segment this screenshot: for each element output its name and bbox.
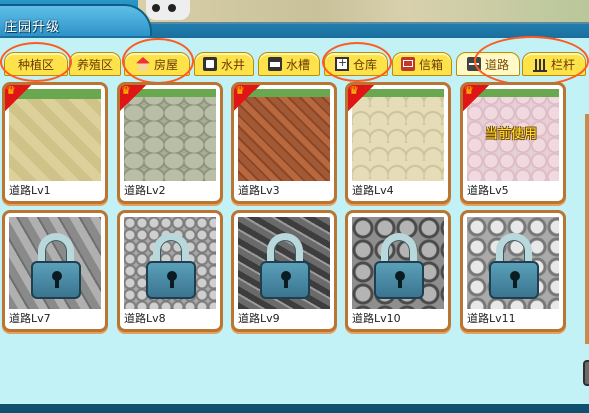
item-card-road-lv9[interactable]: 道路Lv9 <box>231 210 337 332</box>
item-card-road-lv3[interactable]: 道路Lv3 <box>231 82 337 204</box>
fence-icon <box>532 56 547 72</box>
crown-icon <box>234 85 260 111</box>
road-icon <box>466 57 481 71</box>
road-preview-image <box>352 217 444 309</box>
item-label: 道路Lv7 <box>9 312 51 325</box>
item-card-road-lv10[interactable]: 道路Lv10 <box>345 210 451 332</box>
scroll-button[interactable] <box>583 360 589 386</box>
house-icon <box>135 57 150 71</box>
tab-house[interactable]: 房屋 <box>124 52 190 76</box>
tab-trough[interactable]: 水槽 <box>258 52 320 76</box>
crown-icon <box>5 85 31 111</box>
lock-icon <box>146 233 196 299</box>
item-label: 道路Lv1 <box>9 184 51 197</box>
trough-icon <box>267 57 282 71</box>
in-use-badge: 当前使用 <box>485 127 538 142</box>
tab-warehouse[interactable]: 仓库 <box>324 52 388 76</box>
item-label: 道路Lv5 <box>467 184 509 197</box>
tab-label: 信箱 <box>418 57 443 72</box>
tab-breeding-area[interactable]: 养殖区 <box>69 52 121 76</box>
panda-eye-icon <box>168 4 176 12</box>
upgrade-panel: 种植区 养殖区 房屋 水井 水槽 仓库 信箱 道路 <box>0 36 589 408</box>
lock-icon <box>489 233 539 299</box>
crown-icon <box>120 85 146 111</box>
tab-well[interactable]: 水井 <box>194 52 254 76</box>
tab-planting-area[interactable]: 种植区 <box>4 52 68 76</box>
category-tab-bar: 种植区 养殖区 房屋 水井 水槽 仓库 信箱 道路 <box>0 36 589 86</box>
item-label: 道路Lv9 <box>238 312 280 325</box>
warehouse-icon <box>334 56 349 71</box>
tab-label: 栏杆 <box>550 57 575 72</box>
item-card-road-lv7[interactable]: 道路Lv7 <box>2 210 108 332</box>
item-card-road-lv11[interactable]: 道路Lv11 <box>460 210 566 332</box>
mailbox-icon <box>400 57 415 71</box>
tab-label: 养殖区 <box>76 57 113 72</box>
crown-icon <box>348 85 374 111</box>
road-preview-image <box>238 217 330 309</box>
tab-road[interactable]: 道路 <box>456 52 520 76</box>
item-label: 道路Lv2 <box>124 184 166 197</box>
road-preview-image <box>9 217 101 309</box>
item-card-road-lv1[interactable]: 道路Lv1 <box>2 82 108 204</box>
item-card-road-lv2[interactable]: 道路Lv2 <box>117 82 223 204</box>
well-icon <box>202 57 217 71</box>
tab-label: 水槽 <box>285 57 310 72</box>
lock-icon <box>260 233 310 299</box>
road-preview-image <box>467 217 559 309</box>
lock-icon <box>31 233 81 299</box>
item-card-road-lv4[interactable]: 道路Lv4 <box>345 82 451 204</box>
item-label: 道路Lv4 <box>352 184 394 197</box>
item-label: 道路Lv8 <box>124 312 166 325</box>
item-card-road-lv8[interactable]: 道路Lv8 <box>117 210 223 332</box>
crown-icon <box>463 85 489 111</box>
window-bottom-border <box>0 404 589 413</box>
lock-icon <box>374 233 424 299</box>
tab-label: 水井 <box>220 57 245 72</box>
window-title: 庄园升级 <box>4 20 61 35</box>
farm-scenery-banner <box>138 0 589 24</box>
tab-label: 房屋 <box>153 57 178 72</box>
title-tab: 庄园升级 <box>0 4 152 38</box>
panda-eye-icon <box>152 4 160 12</box>
road-preview-image <box>124 217 216 309</box>
item-label: 道路Lv11 <box>467 312 516 325</box>
tab-label: 道路 <box>484 57 509 72</box>
tab-label: 仓库 <box>352 57 377 72</box>
item-card-road-lv5[interactable]: 当前使用 道路Lv5 <box>460 82 566 204</box>
tab-mailbox[interactable]: 信箱 <box>392 52 452 76</box>
item-label: 道路Lv3 <box>238 184 280 197</box>
tab-label: 种植区 <box>17 57 54 72</box>
item-label: 道路Lv10 <box>352 312 401 325</box>
scroll-track[interactable] <box>585 114 589 344</box>
header-bar: 庄园升级 <box>0 0 589 38</box>
tab-fence[interactable]: 栏杆 <box>522 52 586 76</box>
